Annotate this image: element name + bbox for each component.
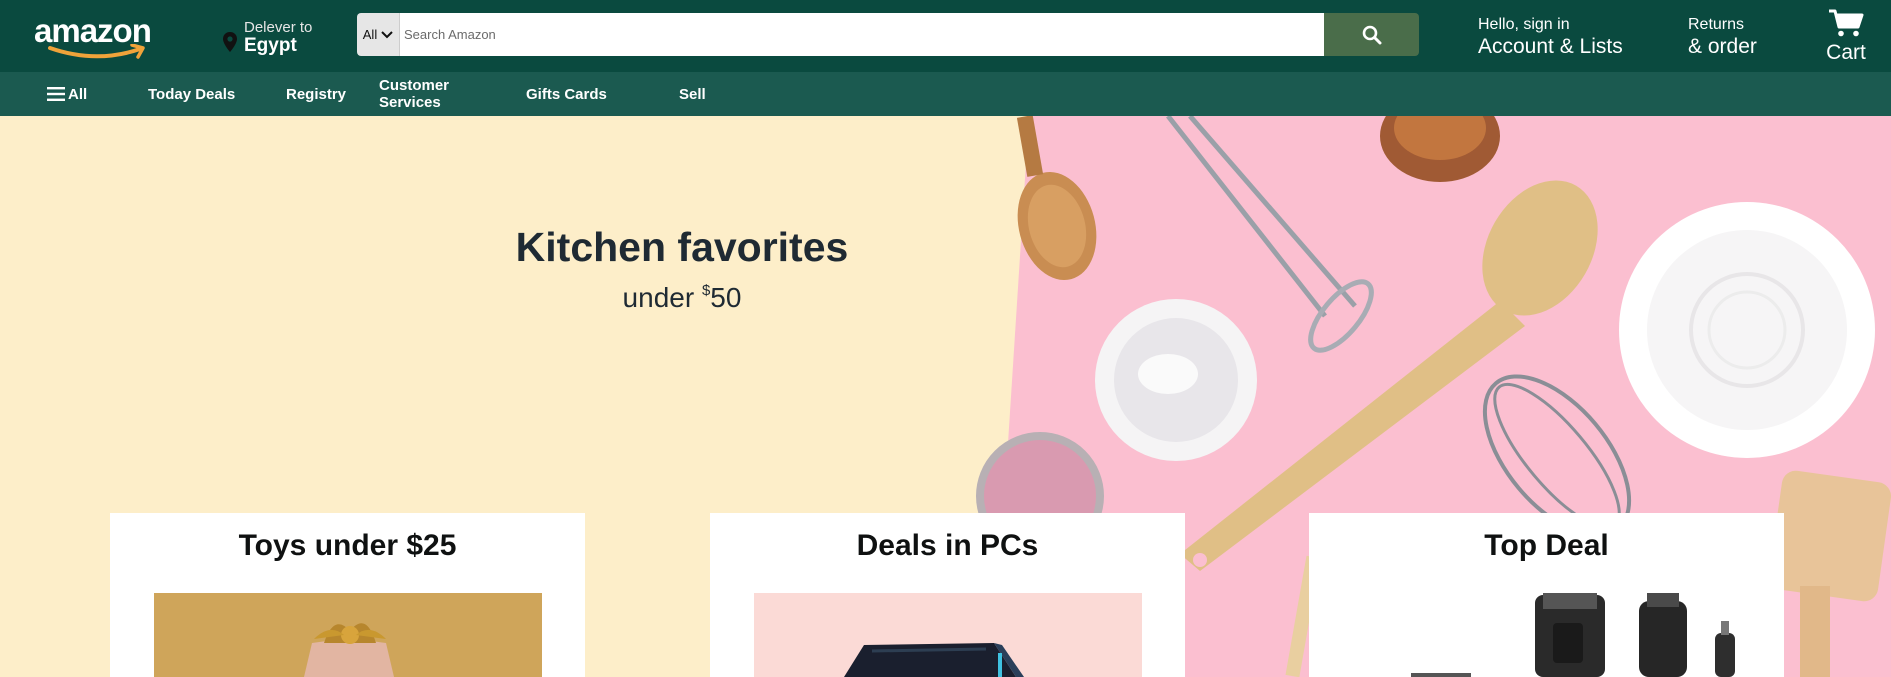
- card-title: Deals in PCs: [856, 529, 1039, 562]
- chevron-down-icon: [381, 30, 393, 38]
- hamburger-icon: [47, 87, 65, 101]
- card-pcs[interactable]: Deals in PCs: [710, 513, 1185, 677]
- deliver-text: Delever to Egypt: [244, 19, 312, 55]
- cart-label: Cart: [1826, 41, 1866, 64]
- top-header: amazon Delever to Egypt All Search Amazo…: [0, 0, 1891, 72]
- nav-all-label: All: [68, 85, 88, 103]
- grooming-kit-image: [1353, 593, 1741, 677]
- deliver-to[interactable]: Delever to Egypt: [222, 16, 312, 58]
- search-category-select[interactable]: All: [357, 13, 400, 56]
- cart-button[interactable]: Cart: [1822, 8, 1870, 65]
- deliver-location: Egypt: [244, 35, 297, 56]
- search-button[interactable]: [1324, 13, 1419, 56]
- cart-icon: [1829, 9, 1864, 37]
- hero-banner[interactable]: Kitchen favorites under $50 Toys under $…: [0, 116, 1891, 677]
- card-top-deal[interactable]: Top Deal: [1309, 513, 1784, 677]
- nav-bar: All Today Deals Registry Customer Servic…: [0, 72, 1891, 116]
- hero-subtitle: under $50: [0, 282, 1364, 314]
- card-title: Top Deal: [1484, 529, 1609, 562]
- search-category-label: All: [362, 27, 378, 42]
- returns-orders[interactable]: Returns & order: [1688, 14, 1757, 58]
- returns-label: Returns: [1688, 16, 1745, 33]
- hero-subtitle-amount: 50: [710, 282, 742, 313]
- nav-customer-services[interactable]: Customer Services: [379, 72, 459, 116]
- card-title: Toys under $25: [238, 529, 457, 562]
- amazon-logo[interactable]: amazon: [34, 14, 162, 62]
- gift-box-image: [154, 593, 542, 677]
- search-bar: All: [357, 13, 1419, 56]
- nav-registry[interactable]: Registry: [286, 72, 346, 116]
- search-input[interactable]: [400, 13, 1324, 56]
- account-greeting: Hello, sign in: [1478, 16, 1570, 33]
- pc-case-image: [754, 593, 1142, 677]
- nav-today-deals[interactable]: Today Deals: [148, 72, 235, 116]
- nav-all-menu[interactable]: All: [47, 72, 87, 116]
- logo-text: amazon: [34, 12, 152, 49]
- hero-subtitle-prefix: under: [622, 282, 702, 313]
- orders-label: & order: [1688, 35, 1757, 58]
- nav-sell[interactable]: Sell: [679, 72, 706, 116]
- nav-gifts-cards[interactable]: Gifts Cards: [526, 72, 607, 116]
- logo-smile-icon: [48, 44, 145, 59]
- map-pin-icon: [223, 32, 237, 52]
- card-toys[interactable]: Toys under $25: [110, 513, 585, 677]
- hero-title: Kitchen favorites: [515, 224, 849, 270]
- search-icon: [1362, 25, 1381, 44]
- account-lists-label: Account & Lists: [1478, 35, 1623, 58]
- account-lists[interactable]: Hello, sign in Account & Lists: [1478, 14, 1623, 58]
